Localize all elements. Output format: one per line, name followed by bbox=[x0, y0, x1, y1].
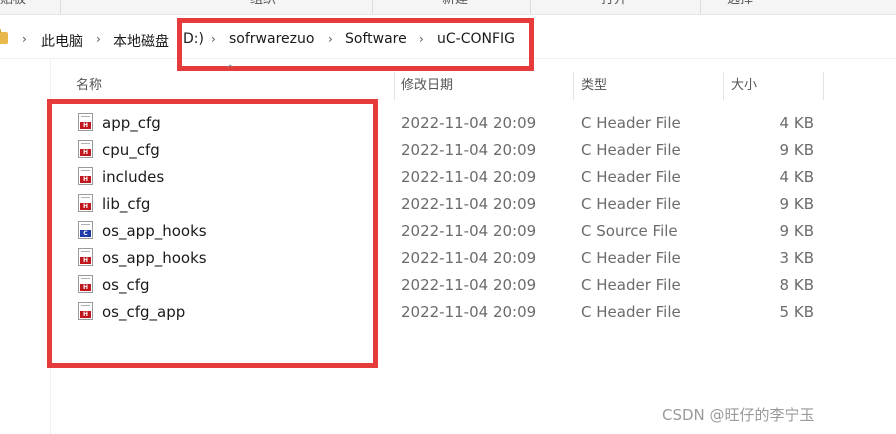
file-row[interactable]: H lib_cfg 2022-11-04 20:09 C Header File… bbox=[74, 191, 824, 218]
file-type: C Header File bbox=[581, 168, 681, 186]
c-source-file-icon: C bbox=[78, 221, 93, 239]
file-type: C Source File bbox=[581, 222, 678, 240]
breadcrumb-this-pc[interactable]: 此电脑 bbox=[41, 31, 83, 51]
file-size: 4 KB bbox=[779, 114, 814, 132]
navigation-pane-divider bbox=[50, 60, 51, 434]
c-header-file-icon: H bbox=[78, 248, 93, 266]
watermark-text: CSDN @旺仔的李宁玉 bbox=[662, 406, 815, 424]
ribbon-separator bbox=[530, 0, 531, 14]
column-resize-handle[interactable] bbox=[723, 72, 724, 100]
breadcrumb-uc-config[interactable]: uC-CONFIG bbox=[437, 31, 515, 47]
file-size: 8 KB bbox=[779, 276, 814, 294]
file-row[interactable]: H includes 2022-11-04 20:09 C Header Fil… bbox=[74, 164, 824, 191]
file-modified: 2022-11-04 20:09 bbox=[401, 222, 537, 240]
breadcrumb-software[interactable]: Software bbox=[345, 31, 407, 47]
file-modified: 2022-11-04 20:09 bbox=[401, 114, 537, 132]
ribbon-group-select[interactable]: 选择 bbox=[727, 0, 753, 8]
file-type: C Header File bbox=[581, 303, 681, 321]
file-type: C Header File bbox=[581, 141, 681, 159]
chevron-right-icon[interactable]: › bbox=[96, 32, 101, 46]
file-row[interactable]: H cpu_cfg 2022-11-04 20:09 C Header File… bbox=[74, 137, 824, 164]
ribbon-toolbar: 贴板 组织 新建 打开 选择 bbox=[0, 0, 896, 15]
chevron-right-icon[interactable]: › bbox=[211, 32, 216, 46]
file-name: os_app_hooks bbox=[102, 222, 207, 240]
column-resize-handle[interactable] bbox=[823, 72, 824, 100]
file-size: 3 KB bbox=[779, 249, 814, 267]
file-name: includes bbox=[102, 168, 165, 186]
file-modified: 2022-11-04 20:09 bbox=[401, 249, 537, 267]
file-type: C Header File bbox=[581, 276, 681, 294]
chevron-right-icon[interactable]: › bbox=[419, 32, 424, 46]
file-row[interactable]: H os_app_hooks 2022-11-04 20:09 C Header… bbox=[74, 245, 824, 272]
c-header-file-icon: H bbox=[78, 167, 93, 185]
column-resize-handle[interactable] bbox=[394, 72, 395, 100]
chevron-right-icon[interactable]: › bbox=[22, 32, 27, 46]
file-type: C Header File bbox=[581, 195, 681, 213]
c-header-file-icon: H bbox=[78, 140, 93, 158]
file-size: 9 KB bbox=[779, 141, 814, 159]
column-header-size[interactable]: 大小 bbox=[731, 72, 823, 100]
file-row[interactable]: H app_cfg 2022-11-04 20:09 C Header File… bbox=[74, 110, 824, 137]
breadcrumb-local-disk[interactable]: 本地磁盘 bbox=[113, 31, 169, 51]
folder-icon bbox=[0, 29, 8, 44]
column-header-modified[interactable]: 修改日期 bbox=[401, 72, 573, 100]
file-size: 4 KB bbox=[779, 168, 814, 186]
c-header-file-icon: H bbox=[78, 194, 93, 212]
file-size: 9 KB bbox=[779, 195, 814, 213]
file-modified: 2022-11-04 20:09 bbox=[401, 276, 537, 294]
file-modified: 2022-11-04 20:09 bbox=[401, 195, 537, 213]
file-type: C Header File bbox=[581, 114, 681, 132]
column-header-name[interactable]: 名称 bbox=[76, 72, 394, 100]
file-modified: 2022-11-04 20:09 bbox=[401, 303, 537, 321]
c-header-file-icon: H bbox=[78, 113, 93, 131]
file-size: 5 KB bbox=[779, 303, 814, 321]
file-row[interactable]: H os_cfg 2022-11-04 20:09 C Header File … bbox=[74, 272, 824, 299]
file-row[interactable]: C os_app_hooks 2022-11-04 20:09 C Source… bbox=[74, 218, 824, 245]
file-size: 9 KB bbox=[779, 222, 814, 240]
file-name: lib_cfg bbox=[102, 195, 151, 213]
file-name: os_app_hooks bbox=[102, 249, 207, 267]
address-bar[interactable]: › 此电脑 › 本地磁盘 D:) › sofrwarezuo › Softwar… bbox=[0, 22, 896, 59]
file-modified: 2022-11-04 20:09 bbox=[401, 168, 537, 186]
ribbon-separator bbox=[700, 0, 701, 14]
chevron-right-icon[interactable]: › bbox=[328, 32, 333, 46]
c-header-file-icon: H bbox=[78, 275, 93, 293]
column-header-type[interactable]: 类型 bbox=[581, 72, 723, 100]
file-type: C Header File bbox=[581, 249, 681, 267]
file-name: app_cfg bbox=[102, 114, 161, 132]
ribbon-separator bbox=[60, 0, 61, 14]
file-name: cpu_cfg bbox=[102, 141, 160, 159]
ribbon-group-open[interactable]: 打开 bbox=[601, 0, 627, 8]
ribbon-group-organize[interactable]: 组织 bbox=[250, 0, 276, 8]
file-modified: 2022-11-04 20:09 bbox=[401, 141, 537, 159]
ribbon-group-clipboard[interactable]: 贴板 bbox=[0, 0, 26, 8]
ribbon-group-new[interactable]: 新建 bbox=[442, 0, 468, 8]
column-resize-handle[interactable] bbox=[573, 72, 574, 100]
breadcrumb-drive[interactable]: D:) bbox=[183, 31, 204, 47]
file-row[interactable]: H os_cfg_app 2022-11-04 20:09 C Header F… bbox=[74, 299, 824, 326]
ribbon-separator bbox=[372, 0, 373, 14]
c-header-file-icon: H bbox=[78, 302, 93, 320]
file-name: os_cfg bbox=[102, 276, 150, 294]
file-name: os_cfg_app bbox=[102, 303, 186, 321]
breadcrumb-sofrwarezuo[interactable]: sofrwarezuo bbox=[229, 31, 314, 47]
